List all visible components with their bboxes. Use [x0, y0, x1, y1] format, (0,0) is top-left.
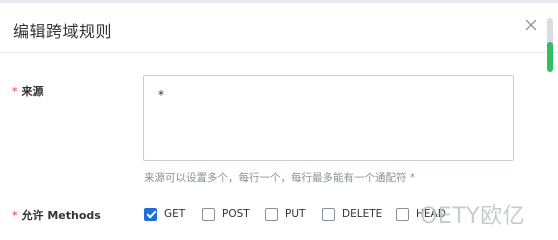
required-mark: * [12, 209, 18, 222]
method-option-put[interactable]: PUT [265, 206, 305, 222]
dialog-title: 编辑跨域规则 [13, 22, 113, 41]
checkbox[interactable] [322, 207, 335, 221]
dialog-header: 编辑跨域规则 [0, 3, 558, 53]
method-label: PUT [285, 208, 306, 220]
method-option-post[interactable]: POST [202, 206, 250, 222]
required-mark: * [12, 85, 18, 98]
method-option-delete[interactable]: DELETE [322, 206, 382, 222]
methods-label: * 允许 Methods [12, 207, 101, 223]
scrollbar-thumb[interactable] [547, 42, 553, 72]
watermark: OETY欧亿 [420, 204, 526, 229]
origin-textarea[interactable]: * [143, 75, 514, 161]
origin-label-text: 来源 [21, 85, 44, 98]
checkbox[interactable] [144, 207, 157, 221]
close-icon[interactable] [522, 16, 540, 34]
origin-hint: 来源可以设置多个，每行一个，每行最多能有一个通配符 * [144, 172, 416, 184]
method-option-get[interactable]: GET [144, 206, 185, 222]
checkbox[interactable] [396, 207, 409, 221]
scrollbar[interactable] [547, 18, 553, 72]
checkbox[interactable] [202, 207, 215, 221]
method-label: GET [164, 208, 186, 220]
method-label: DELETE [342, 208, 383, 220]
methods-label-text: 允许 Methods [21, 209, 101, 222]
checkbox[interactable] [265, 207, 278, 221]
method-label: POST [222, 208, 250, 220]
origin-label: * 来源 [12, 83, 44, 99]
